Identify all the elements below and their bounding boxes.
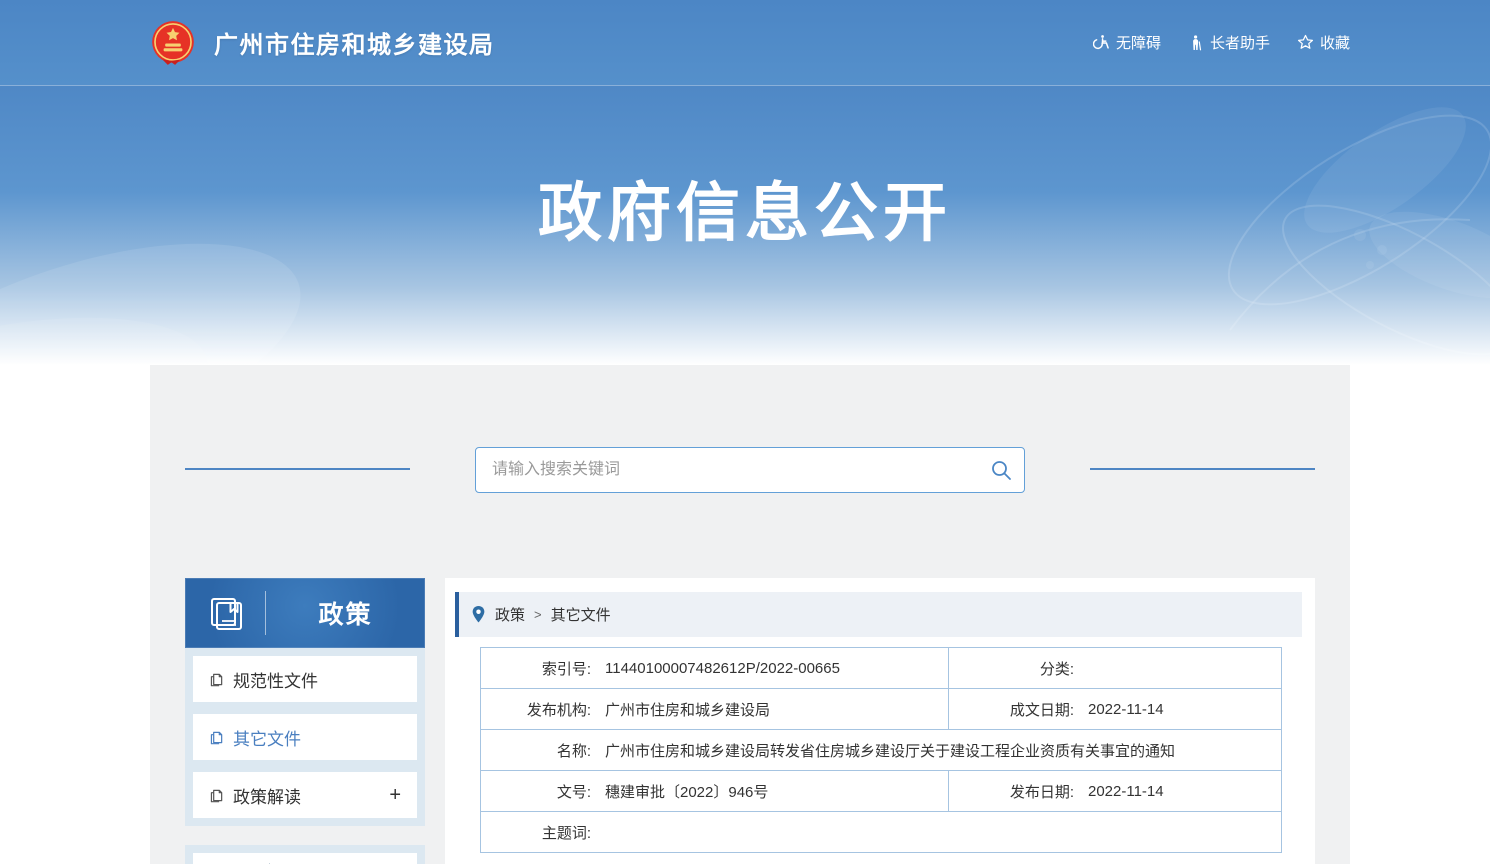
table-row: 发布机构: 广州市住房和城乡建设局 成文日期: 2022-11-14 xyxy=(481,689,1282,730)
table-row: 索引号: 11440100007482612P/2022-00665 分类: xyxy=(481,648,1282,689)
elder-assist-link[interactable]: 长者助手 xyxy=(1188,32,1270,53)
expand-plus-icon[interactable]: + xyxy=(389,785,401,805)
accessibility-label: 无障碍 xyxy=(1116,32,1161,53)
sidebar-item-label: 政策解读 xyxy=(233,783,301,808)
star-icon xyxy=(1297,34,1314,51)
search-button[interactable] xyxy=(989,458,1013,482)
content-panel: 政策 规范性文件 xyxy=(150,365,1350,864)
banner-title: 政府信息公开 xyxy=(0,86,1490,254)
agency-value: 广州市住房和城乡建设局 xyxy=(605,699,770,720)
favorite-label: 收藏 xyxy=(1320,32,1350,53)
agency-label: 发布机构: xyxy=(481,699,591,720)
top-utility-links: 无障碍 长者助手 收藏 xyxy=(1093,32,1350,53)
document-icon xyxy=(209,672,224,687)
favorite-link[interactable]: 收藏 xyxy=(1297,32,1350,53)
search-input[interactable] xyxy=(475,447,1025,493)
decorative-line-right xyxy=(1090,468,1315,470)
decorative-line-left xyxy=(185,468,410,470)
subject-label: 主题词: xyxy=(481,822,591,843)
location-pin-icon xyxy=(472,606,485,623)
name-value: 广州市住房和城乡建设局转发省住房城乡建设厅关于建设工程企业资质有关事宜的通知 xyxy=(605,740,1175,761)
breadcrumb-separator: > xyxy=(534,607,542,622)
doc-no-value: 穗建审批〔2022〕946号 xyxy=(605,781,768,802)
national-emblem-icon xyxy=(148,18,198,68)
site-title: 广州市住房和城乡建设局 xyxy=(214,25,495,60)
page: 广州市住房和城乡建设局 无障碍 xyxy=(0,0,1490,864)
main-content-card: 政策 > 其它文件 索引号: 11440100007482612P/2022-0… xyxy=(445,578,1315,864)
accessibility-icon xyxy=(1093,34,1110,51)
document-icon xyxy=(209,730,224,745)
sidebar-section-gov-info: 政府信息 xyxy=(185,845,425,864)
sidebar-policy-items: 规范性文件 其它文件 xyxy=(185,648,425,818)
breadcrumb-item-other-documents[interactable]: 其它文件 xyxy=(551,604,611,625)
index-value: 11440100007482612P/2022-00665 xyxy=(605,660,840,677)
elder-assist-label: 长者助手 xyxy=(1210,32,1270,53)
sidebar: 政策 规范性文件 xyxy=(185,578,425,864)
top-header-bar: 广州市住房和城乡建设局 无障碍 xyxy=(0,0,1490,86)
site-brand[interactable]: 广州市住房和城乡建设局 xyxy=(148,18,495,68)
sidebar-gov-info-header[interactable]: 政府信息 xyxy=(193,853,417,864)
search-bar xyxy=(475,447,1025,493)
sidebar-item-other-documents[interactable]: 其它文件 xyxy=(193,714,417,760)
page-banner: 政府信息公开 xyxy=(0,86,1490,365)
sidebar-policy-header[interactable]: 政策 xyxy=(185,578,425,648)
breadcrumb-item-policy[interactable]: 政策 xyxy=(495,604,525,625)
sidebar-section-policy: 政策 规范性文件 xyxy=(185,578,425,826)
sidebar-policy-title: 政策 xyxy=(266,595,425,631)
sidebar-item-normative-documents[interactable]: 规范性文件 xyxy=(193,656,417,702)
name-label: 名称: xyxy=(481,740,591,761)
table-row: 主题词: xyxy=(481,812,1282,853)
written-date-label: 成文日期: xyxy=(949,699,1074,720)
category-label: 分类: xyxy=(949,658,1074,679)
sidebar-item-policy-interpretation[interactable]: 政策解读 + xyxy=(193,772,417,818)
written-date-value: 2022-11-14 xyxy=(1088,701,1164,718)
document-detail-table: 索引号: 11440100007482612P/2022-00665 分类: xyxy=(480,647,1282,853)
accessibility-link[interactable]: 无障碍 xyxy=(1093,32,1161,53)
book-icon xyxy=(207,593,247,633)
table-row: 文号: 穗建审批〔2022〕946号 发布日期: 2022-11-14 xyxy=(481,771,1282,812)
document-icon xyxy=(209,788,224,803)
doc-no-label: 文号: xyxy=(481,781,591,802)
elder-assist-icon xyxy=(1188,34,1204,51)
sidebar-item-label: 其它文件 xyxy=(233,725,301,750)
publish-date-label: 发布日期: xyxy=(949,781,1074,802)
search-icon xyxy=(989,458,1013,482)
table-row: 名称: 广州市住房和城乡建设局转发省住房城乡建设厅关于建设工程企业资质有关事宜的… xyxy=(481,730,1282,771)
sidebar-item-label: 规范性文件 xyxy=(233,667,318,692)
index-label: 索引号: xyxy=(481,658,591,679)
publish-date-value: 2022-11-14 xyxy=(1088,783,1164,800)
breadcrumb: 政策 > 其它文件 xyxy=(455,592,1302,637)
